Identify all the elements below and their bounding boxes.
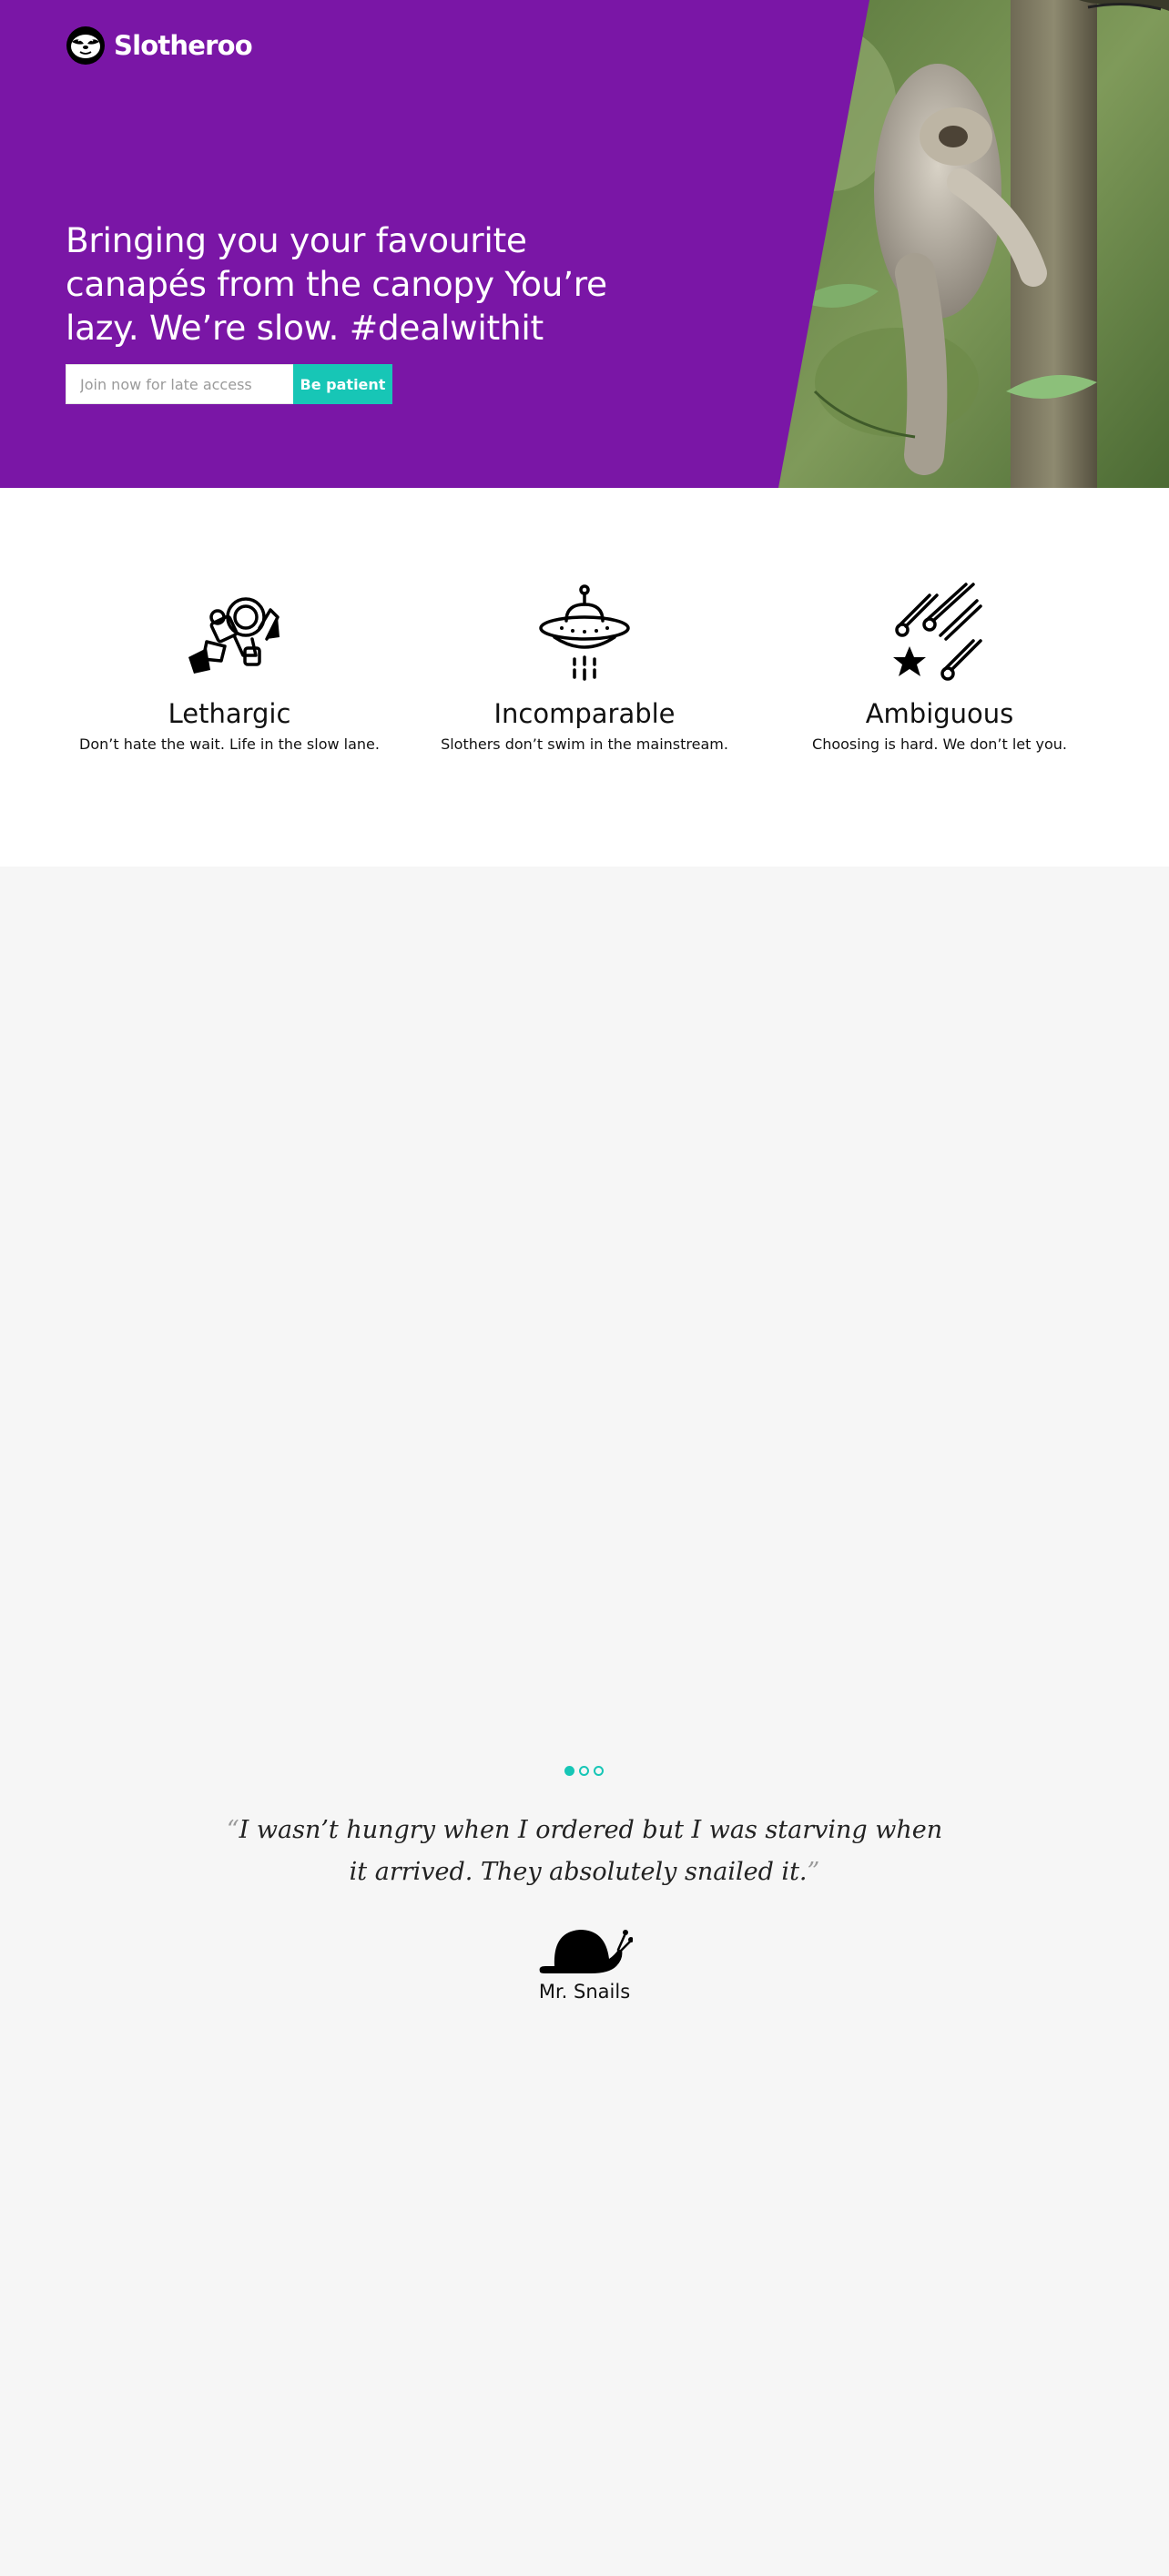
open-quote-mark: “ bbox=[226, 1816, 239, 1844]
features-section: Lethargic Don’t hate the wait. Life in t… bbox=[0, 488, 1169, 867]
sloth-face-icon bbox=[66, 26, 105, 65]
testimonial-quote: “I wasn’t hungry when I ordered but I wa… bbox=[219, 1810, 950, 1893]
hero-headline: Bringing you your favourite canapés from… bbox=[66, 220, 607, 348]
hero-section: Slotheroo Bringing you your favourite ca… bbox=[0, 0, 1169, 488]
astronaut-icon bbox=[188, 597, 280, 674]
feature-title: Lethargic bbox=[168, 698, 291, 729]
feature-incomparable: Incomparable Slothers don’t swim in the … bbox=[407, 583, 762, 754]
carousel-dot-2[interactable] bbox=[579, 1766, 589, 1776]
brand-logo[interactable]: Slotheroo bbox=[66, 25, 253, 66]
carousel-dot-1[interactable] bbox=[564, 1766, 574, 1776]
close-quote-mark: ” bbox=[807, 1858, 820, 1886]
snail-icon bbox=[539, 1930, 633, 1973]
feature-title: Ambiguous bbox=[865, 698, 1014, 729]
email-input[interactable] bbox=[66, 364, 293, 404]
signup-form: Be patient bbox=[66, 364, 392, 404]
feature-text: Slothers don’t swim in the mainstream. bbox=[441, 735, 728, 753]
be-patient-button[interactable]: Be patient bbox=[293, 364, 392, 404]
testimonial-author: Mr. Snails bbox=[538, 1981, 631, 2003]
ufo-icon bbox=[539, 584, 630, 681]
feature-ambiguous: Ambiguous Choosing is hard. We don’t let… bbox=[762, 583, 1117, 754]
feature-text: Choosing is hard. We don’t let you. bbox=[812, 735, 1067, 753]
testimonial-text: I wasn’t hungry when I ordered but I was… bbox=[239, 1816, 943, 1886]
sloth-photo bbox=[778, 0, 1169, 488]
shooting-stars-icon bbox=[893, 583, 982, 681]
feature-lethargic: Lethargic Don’t hate the wait. Life in t… bbox=[52, 583, 407, 754]
feature-text: Don’t hate the wait. Life in the slow la… bbox=[79, 735, 380, 753]
feature-title: Incomparable bbox=[493, 698, 676, 729]
carousel-dots bbox=[564, 1766, 604, 1776]
carousel-dot-3[interactable] bbox=[594, 1766, 604, 1776]
brand-name: Slotheroo bbox=[114, 30, 253, 61]
